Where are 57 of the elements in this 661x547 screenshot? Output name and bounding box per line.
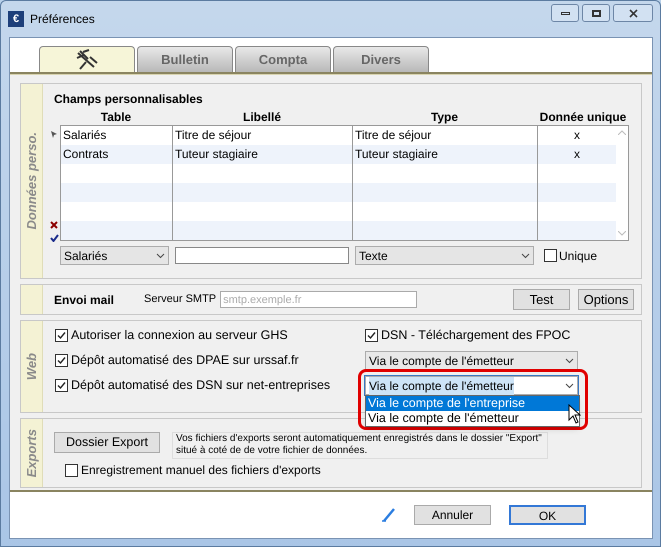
section-label: Web [22, 352, 40, 380]
section-title: Champs personnalisables [54, 91, 204, 108]
dropdown-option[interactable]: Via le compte de l'entreprise [366, 396, 579, 411]
column-header: Table [100, 109, 132, 125]
check-icon [50, 234, 59, 242]
section-label: Données perso. [22, 132, 40, 230]
checkbox-label: Dépôt automatisé des DPAE sur urssaf.fr [71, 352, 299, 370]
dropdown[interactable]: Texte [355, 246, 534, 265]
checkbox-label: Autoriser la connexion au serveur GHS [71, 327, 288, 344]
caret-icon [156, 252, 165, 258]
field-label: Serveur SMTP [144, 292, 216, 308]
tab[interactable]: Divers [333, 46, 429, 72]
section-title: Envoi mail [54, 292, 116, 308]
column-header: Libellé [242, 109, 282, 125]
dropdown[interactable]: Via le compte de l'émetteur [365, 376, 578, 395]
dropdown[interactable]: Salariés [60, 246, 169, 265]
checkbox[interactable] [55, 329, 68, 342]
button[interactable]: Dossier Export [54, 432, 160, 453]
caret-icon [521, 252, 530, 258]
button[interactable]: OK [509, 505, 586, 525]
table-cell-text: x [573, 127, 581, 144]
section-label: Exports [22, 428, 40, 478]
row-pointer-icon [51, 131, 57, 138]
checkbox[interactable] [65, 464, 78, 476]
caret-icon [565, 382, 574, 388]
column-header: Donnée unique [538, 109, 628, 125]
pen-icon [382, 508, 396, 522]
checkbox-label: Enregistrement manuel des fichiers d'exports [81, 462, 321, 479]
checkbox[interactable] [55, 354, 68, 367]
checkbox-label: DSN - Téléchargement des FPOC [381, 327, 570, 344]
close-button[interactable] [613, 4, 653, 22]
button[interactable]: Annuler [414, 505, 491, 525]
maximize-button[interactable] [582, 4, 610, 22]
caret-icon [565, 358, 574, 364]
text-field[interactable] [175, 247, 349, 264]
deck-chair-icon [74, 48, 100, 70]
section-strip [21, 285, 43, 314]
minimize-button[interactable] [551, 4, 579, 22]
checkbox[interactable] [55, 379, 68, 392]
info-note: Vos fichiers d'exports seront automatiquement enregistrés dans le dossier "Export" situé à coté de de votre fichier de données. [172, 432, 548, 459]
column-header: Type [430, 109, 460, 125]
checkbox-label: Dépôt automatisé des DSN sur net-entreprises [71, 377, 330, 394]
checkbox[interactable] [365, 329, 378, 342]
table-cell-text: x [573, 146, 581, 163]
tab[interactable]: Bulletin [137, 46, 233, 72]
close-icon [628, 8, 638, 18]
tab[interactable] [39, 46, 135, 72]
tab[interactable]: Compta [235, 46, 331, 72]
checkbox-label: Unique [559, 248, 598, 264]
button[interactable]: Test [513, 289, 570, 310]
smtp-field[interactable]: smtp.exemple.fr [220, 291, 418, 308]
window-title: Préférences [30, 11, 95, 28]
app-icon: € [8, 11, 24, 27]
checkbox[interactable] [544, 249, 557, 262]
dropdown[interactable]: Via le compte de l'émetteur [365, 351, 578, 370]
button[interactable]: Options [578, 289, 634, 310]
delete-icon [50, 221, 58, 229]
